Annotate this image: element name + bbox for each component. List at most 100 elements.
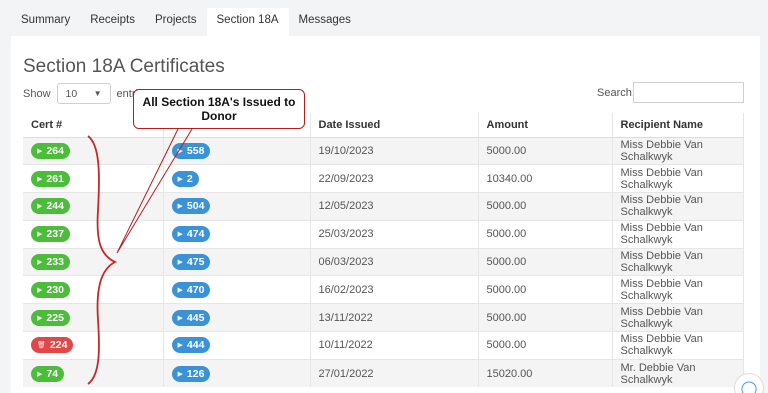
certificates-table: Cert # Date Issued Amount Recipient Name… xyxy=(23,113,744,388)
play-icon: ▶ xyxy=(177,370,183,378)
callout-line-2: Donor xyxy=(201,109,237,123)
reference-number: 444 xyxy=(186,339,205,352)
table-row: ▶ 237 ▶ 474 25/03/2023 5000.00 Miss Debbie Van… xyxy=(23,219,744,249)
tab-messages[interactable]: Messages xyxy=(289,8,361,36)
date-issued-cell: 12/05/2023 xyxy=(310,192,479,221)
play-icon: ▶ xyxy=(37,147,43,155)
reference-badge[interactable]: ▶ 2 xyxy=(171,170,199,187)
reference-number: 504 xyxy=(186,200,205,213)
show-label: Show xyxy=(23,87,51,100)
recipient-cell: Miss Debbie Van Schalkwyk xyxy=(612,219,744,249)
reference-cell: ▶ 504 xyxy=(163,192,311,221)
table-row: ▶ 74 ▶ 126 27/01/2022 15020.00 Mr. Debbie Van … xyxy=(23,358,744,388)
reference-cell: ▶ 475 xyxy=(163,247,311,276)
play-icon: ▶ xyxy=(177,175,183,183)
table-row: ▶ 230 ▶ 470 16/02/2023 5000.00 Miss Debbie Van… xyxy=(23,275,744,304)
reference-number: 470 xyxy=(186,283,205,296)
tab-receipts[interactable]: Receipts xyxy=(80,8,145,36)
table-header-row: Cert # Date Issued Amount Recipient Name xyxy=(23,113,744,138)
reference-number: 474 xyxy=(186,228,205,241)
cert-cell: ▶ 74 xyxy=(23,358,164,388)
cert-number: 233 xyxy=(46,256,64,269)
amount-cell: 5000.00 xyxy=(478,331,613,360)
recipient-cell: Miss Debbie Van Schalkwyk xyxy=(612,136,744,165)
cert-cell: ▶ 233 xyxy=(23,247,164,276)
play-icon: ▶ xyxy=(177,314,183,322)
amount-cell: 5000.00 xyxy=(478,192,613,221)
reference-cell: ▶ 558 xyxy=(163,136,311,165)
cert-badge[interactable]: ▶ 225 xyxy=(31,309,70,326)
amount-cell: 5000.00 xyxy=(478,303,613,332)
recipient-cell: Miss Debbie Van Schalkwyk xyxy=(612,331,744,360)
column-header-date-issued[interactable]: Date Issued xyxy=(310,113,479,138)
recipient-cell: Miss Debbie Van Schalkwyk xyxy=(612,275,744,304)
date-issued-cell: 10/11/2022 xyxy=(310,331,479,360)
cert-badge[interactable]: ▶ 74 xyxy=(31,365,65,382)
play-icon: ▶ xyxy=(37,370,43,378)
table-row: ▶ 261 ▶ 2 22/09/2023 10340.00 Miss Debbie Van … xyxy=(23,164,744,193)
cert-badge[interactable]: ▶ 244 xyxy=(31,198,70,215)
play-icon: ▶ xyxy=(37,203,43,211)
reference-badge[interactable]: ▶ 444 xyxy=(171,337,211,354)
reference-cell: ▶ 474 xyxy=(163,219,311,249)
date-issued-cell: 16/02/2023 xyxy=(310,275,479,304)
recipient-cell: Mr. Debbie Van Schalkwyk xyxy=(612,358,744,388)
cert-badge[interactable]: ▶ 230 xyxy=(31,281,70,298)
reference-badge[interactable]: ▶ 445 xyxy=(171,309,211,326)
play-icon: ▶ xyxy=(177,147,183,155)
cert-number: 264 xyxy=(46,144,64,157)
amount-cell: 5000.00 xyxy=(478,275,613,304)
cert-cell: ▶ 230 xyxy=(23,275,164,304)
table-row: ▶ 225 ▶ 445 13/11/2022 5000.00 Miss Debbie Van… xyxy=(23,303,744,332)
cert-number: 74 xyxy=(46,367,59,380)
cert-cell: 🗑 224 xyxy=(23,331,164,360)
cert-cell: ▶ 237 xyxy=(23,219,164,249)
column-header-recipient-name[interactable]: Recipient Name xyxy=(612,113,744,138)
length-control: Show 10 ▼ entries xyxy=(23,83,150,104)
search-input[interactable] xyxy=(633,82,744,103)
tab-summary[interactable]: Summary xyxy=(11,8,80,36)
cert-number: 237 xyxy=(46,228,64,241)
date-issued-cell: 22/09/2023 xyxy=(310,164,479,193)
table-row: ▶ 244 ▶ 504 12/05/2023 5000.00 Miss Debbie Van… xyxy=(23,192,744,221)
play-icon: ▶ xyxy=(37,231,43,239)
reference-badge[interactable]: ▶ 474 xyxy=(171,226,211,243)
entries-select[interactable]: 10 ▼ xyxy=(56,83,111,104)
annotation-callout: All Section 18A's Issued to Donor xyxy=(133,89,305,129)
cert-number: 225 xyxy=(46,311,64,324)
date-issued-cell: 27/01/2022 xyxy=(310,358,479,388)
reference-badge[interactable]: ▶ 126 xyxy=(171,365,211,382)
date-issued-cell: 25/03/2023 xyxy=(310,219,479,249)
reference-badge[interactable]: ▶ 504 xyxy=(171,198,211,215)
cert-badge[interactable]: ▶ 237 xyxy=(31,226,70,243)
callout-line-1: All Section 18A's Issued to xyxy=(142,95,296,109)
reference-badge[interactable]: ▶ 470 xyxy=(171,281,211,298)
amount-cell: 5000.00 xyxy=(478,219,613,249)
cert-badge[interactable]: ▶ 233 xyxy=(31,254,70,271)
tab-section-18a[interactable]: Section 18A xyxy=(206,8,289,36)
cert-cell: ▶ 225 xyxy=(23,303,164,332)
column-header-amount[interactable]: Amount xyxy=(478,113,613,138)
tab-bar: Summary Receipts Projects Section 18A Me… xyxy=(11,8,361,36)
cert-badge[interactable]: ▶ 261 xyxy=(31,170,70,187)
cert-badge[interactable]: 🗑 224 xyxy=(31,337,74,354)
page-title: Section 18A Certificates xyxy=(23,56,225,77)
cert-cell: ▶ 264 xyxy=(23,136,164,165)
play-icon: ▶ xyxy=(37,286,43,294)
date-issued-cell: 06/03/2023 xyxy=(310,247,479,276)
reference-badge[interactable]: ▶ 475 xyxy=(171,254,211,271)
reference-cell: ▶ 444 xyxy=(163,331,311,360)
tab-projects[interactable]: Projects xyxy=(145,8,207,36)
cert-badge[interactable]: ▶ 264 xyxy=(31,142,70,159)
play-icon: ▶ xyxy=(37,314,43,322)
table-row: ▶ 264 ▶ 558 19/10/2023 5000.00 Miss Debbie Van… xyxy=(23,136,744,165)
entries-select-value: 10 xyxy=(65,87,78,100)
amount-cell: 5000.00 xyxy=(478,247,613,276)
cert-number: 244 xyxy=(46,200,64,213)
amount-cell: 10340.00 xyxy=(478,164,613,193)
reference-number: 445 xyxy=(186,311,205,324)
date-issued-cell: 19/10/2023 xyxy=(310,136,479,165)
table-row: ▶ 233 ▶ 475 06/03/2023 5000.00 Miss Debbie Van… xyxy=(23,247,744,276)
search-label: Search: xyxy=(597,87,635,99)
reference-badge[interactable]: ▶ 558 xyxy=(171,142,211,159)
